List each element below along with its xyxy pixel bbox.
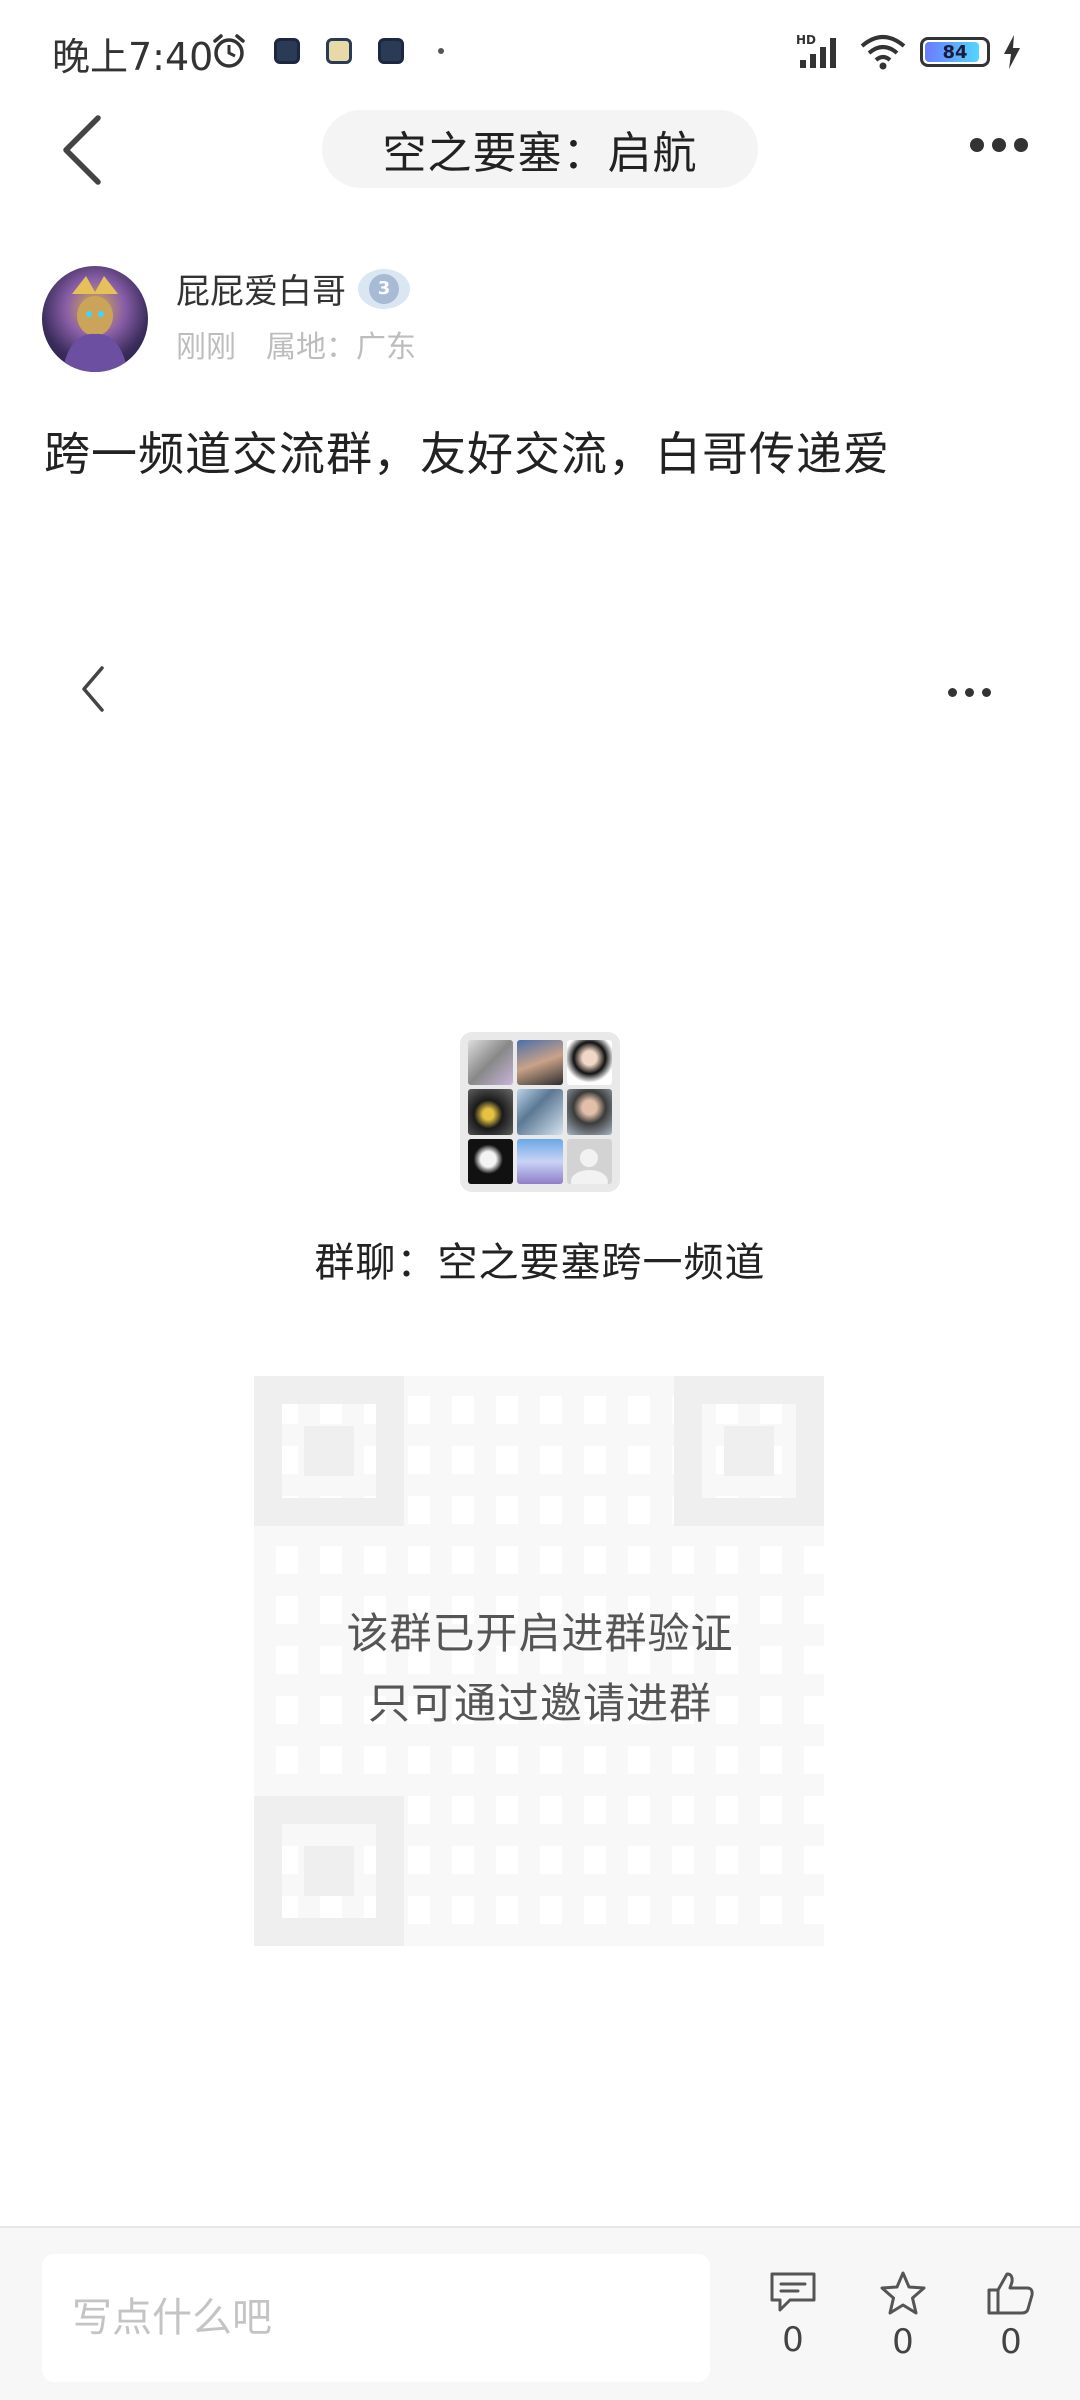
- comment-count: 0: [782, 2320, 804, 2360]
- author-name-row: 屁屁爱白哥 3: [176, 264, 410, 313]
- group-name: 群聊：空之要塞跨一频道: [314, 1240, 766, 1286]
- back-icon[interactable]: [54, 112, 114, 188]
- top-nav: 空之要塞：启航: [0, 100, 1080, 200]
- post-location: 属地：广东: [266, 330, 416, 365]
- charging-icon: [1004, 35, 1020, 69]
- wifi-icon: [860, 35, 906, 70]
- member-avatar: [566, 1089, 612, 1135]
- qr-code-placeholder: [254, 1376, 824, 1946]
- status-left-icons: [210, 32, 444, 70]
- avatar[interactable]: [42, 266, 148, 372]
- like-count: 0: [1000, 2322, 1022, 2362]
- like-button[interactable]: 0: [966, 2270, 1056, 2380]
- post-text: 跨一频道交流群，友好交流，白哥传递爱: [44, 427, 890, 481]
- channel-title[interactable]: 空之要塞：启航: [322, 110, 758, 188]
- star-icon: [880, 2271, 926, 2315]
- signal-icon: HD: [796, 33, 836, 68]
- post-author: 屁屁爱白哥 3 刚刚 属地：广东: [42, 262, 1042, 372]
- member-avatar: [517, 1089, 563, 1135]
- status-time: 晚上7:40: [52, 35, 214, 79]
- verify-message-line1: 该群已开启进群验证: [346, 1609, 734, 1658]
- status-right-icons: HD 84: [796, 32, 1022, 72]
- member-avatar: [468, 1089, 514, 1135]
- member-avatar: [517, 1040, 563, 1086]
- comment-icon: [770, 2272, 816, 2312]
- more-icon: [948, 688, 991, 697]
- comment-button[interactable]: 0: [748, 2270, 838, 2380]
- notification-app-icon: [274, 38, 300, 64]
- status-bar: 晚上7:40 HD 84: [0, 0, 1080, 100]
- level-badge: 3: [358, 268, 410, 309]
- notification-app-icon: [326, 38, 352, 64]
- member-avatar: [566, 1040, 612, 1086]
- back-icon: [82, 666, 104, 712]
- alarm-icon: [213, 34, 245, 68]
- thumbs-up-icon: [987, 2272, 1034, 2315]
- member-avatar: [468, 1040, 514, 1086]
- favorite-count: 0: [892, 2322, 914, 2362]
- more-notifications-dot: [438, 48, 444, 54]
- favorite-button[interactable]: 0: [858, 2270, 948, 2380]
- level-number: 3: [369, 273, 399, 304]
- bottom-bar: 0 0 0: [0, 2226, 1080, 2400]
- comment-input[interactable]: [42, 2254, 710, 2382]
- battery-level: 84: [942, 41, 968, 63]
- author-name[interactable]: 屁屁爱白哥: [176, 264, 346, 313]
- post-time: 刚刚: [176, 330, 236, 365]
- member-avatar: [468, 1138, 514, 1184]
- default-avatar-icon: [566, 1138, 612, 1184]
- more-icon[interactable]: [970, 138, 1028, 152]
- post-meta: 刚刚 属地：广东: [176, 322, 416, 366]
- member-avatar: [517, 1138, 563, 1184]
- battery-icon: 84: [920, 37, 990, 67]
- group-avatar: [460, 1032, 620, 1192]
- network-label: HD: [796, 33, 816, 47]
- verify-message-line2: 只可通过邀请进群: [367, 1679, 712, 1728]
- notification-app-icon: [378, 38, 404, 64]
